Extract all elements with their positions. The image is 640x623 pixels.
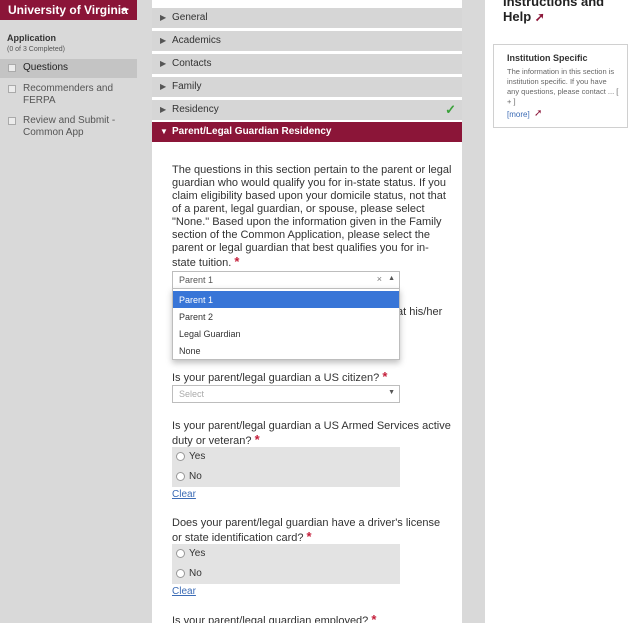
question-intro: The questions in this section pertain to… [172,164,452,270]
sidebar-item-label: Review and Submit - [23,115,116,126]
sidebar-item-label: Recommenders and [23,83,114,94]
card-body: The information in this section is insti… [507,67,619,106]
section-general[interactable]: ▶ General [152,8,462,28]
sidebar-item-questions[interactable]: Questions [0,59,145,78]
sidebar-item-label: FERPA [23,95,56,106]
sidebar: University of Virginia − Application (0 … [0,0,145,623]
help-title-line2: Help [503,9,532,24]
required-marker: * [254,432,260,447]
dropdown-option[interactable]: Legal Guardian [173,325,399,342]
parent-select[interactable]: Parent 1 × ▲ [172,271,400,289]
section-residency[interactable]: ▶ Residency ✓ [152,100,462,120]
section-label: Parent/Legal Guardian Residency [172,126,332,137]
armed-services-no-option[interactable]: No [172,467,400,487]
checkbox-icon [8,64,16,72]
expand-icon: ▶ [160,105,167,114]
checkbox-icon [8,117,16,125]
collapse-icon[interactable]: − [121,1,129,17]
section-academics[interactable]: ▶ Academics [152,31,462,51]
dropdown-option[interactable]: Parent 1 [173,291,399,308]
section-label: Family [172,81,202,92]
arrow-icon: ➚ [534,10,545,24]
collapse-icon: ▼ [160,127,168,136]
question-text: Is your parent/legal guardian employed? [172,615,369,623]
application-heading: Application [7,33,56,43]
required-marker: * [306,529,312,544]
section-label: General [172,12,208,23]
radio-button[interactable] [176,472,185,481]
completion-status: (0 of 3 Completed) [7,46,65,53]
question-text: Is your parent/legal guardian a US citiz… [172,372,380,384]
chevron-down-icon[interactable]: ▼ [388,389,395,396]
option-label: Yes [189,548,206,559]
armed-services-clear-link[interactable]: Clear [172,489,196,500]
help-panel: Instructions and Help ➚ Institution Spec… [493,0,628,623]
help-heading: Instructions and Help ➚ [503,0,604,25]
more-link[interactable]: [more] [507,110,530,119]
arrow-icon: ➚ [534,108,543,119]
drivers-license-yes-option[interactable]: Yes [172,544,400,564]
question-text: The questions in this section pertain to… [172,164,452,269]
sidebar-item-label: Questions [23,62,69,73]
drivers-license-clear-link[interactable]: Clear [172,586,196,597]
question-us-citizen: Is your parent/legal guardian a US citiz… [172,370,452,385]
required-marker: * [234,254,240,269]
main-content: ▶ General ▶ Academics ▶ Contacts ▶ Famil… [152,0,462,623]
us-citizen-select[interactable]: Select ▼ [172,385,400,403]
select-placeholder: Select [179,389,205,399]
clear-icon[interactable]: × [377,274,382,284]
card-title: Institution Specific [507,53,588,63]
expand-icon: ▶ [160,13,167,22]
section-family[interactable]: ▶ Family [152,77,462,97]
dropdown-option[interactable]: None [173,342,399,359]
option-label: Yes [189,451,206,462]
question-text: Is your parent/legal guardian a US Armed… [172,420,451,447]
expand-icon: ▶ [160,82,167,91]
help-title-line1: Instructions and [503,0,605,9]
section-parent-guardian-residency[interactable]: ▼ Parent/Legal Guardian Residency [152,122,462,142]
radio-button[interactable] [176,452,185,461]
required-marker: * [371,612,377,623]
college-name: University of Virginia [8,3,128,17]
radio-button[interactable] [176,569,185,578]
section-contacts[interactable]: ▶ Contacts [152,54,462,74]
sidebar-item-label: Common App [23,127,84,138]
parent-dropdown-menu: Parent 1 Parent 2 Legal Guardian None [172,288,400,360]
section-label: Residency [172,104,219,115]
section-label: Contacts [172,58,212,69]
expand-icon: ▶ [160,59,167,68]
section-label: Academics [172,35,221,46]
radio-button[interactable] [176,549,185,558]
institution-specific-card: Institution Specific The information in … [493,44,628,128]
question-armed-services: Is your parent/legal guardian a US Armed… [172,420,452,448]
sidebar-item-recommenders[interactable]: Recommenders and FERPA [0,83,137,107]
checkmark-icon: ✓ [445,102,456,117]
option-label: No [189,471,202,482]
college-header[interactable]: University of Virginia − [0,0,137,20]
chevron-up-icon[interactable]: ▲ [388,275,395,282]
dropdown-option[interactable]: Parent 2 [173,308,399,325]
required-marker: * [382,369,388,384]
expand-icon: ▶ [160,36,167,45]
checkbox-icon [8,85,16,93]
option-label: No [189,568,202,579]
question-drivers-license: Does your parent/legal guardian have a d… [172,517,452,545]
obscured-question-fragment: at his/her [397,306,443,318]
armed-services-yes-option[interactable]: Yes [172,447,400,467]
question-employed: Is your parent/legal guardian employed? … [172,613,452,623]
sidebar-item-review-submit[interactable]: Review and Submit - Common App [0,115,137,139]
drivers-license-no-option[interactable]: No [172,564,400,584]
selected-value: Parent 1 [179,275,214,285]
